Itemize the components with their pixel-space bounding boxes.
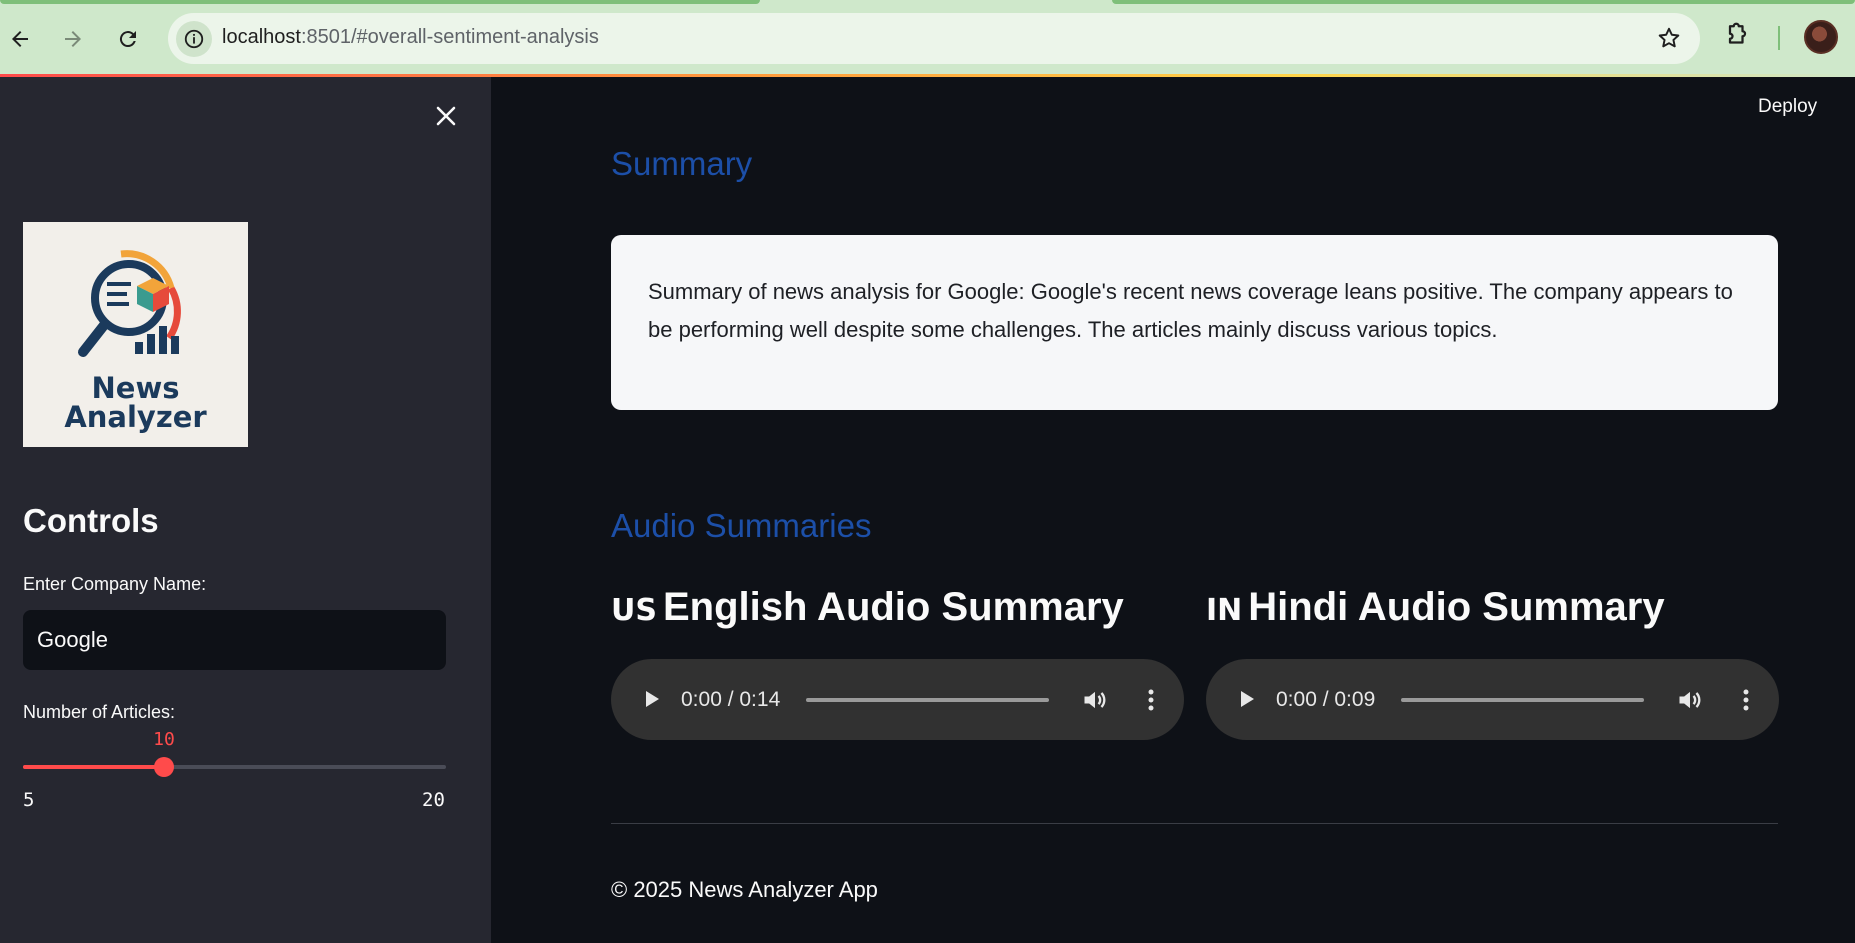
back-button[interactable] bbox=[1, 20, 39, 58]
browser-toolbar: localhost:8501/#overall-sentiment-analys… bbox=[0, 0, 1855, 76]
news-analyzer-logo: News Analyzer bbox=[23, 222, 248, 447]
bookmark-star-icon[interactable] bbox=[1656, 25, 1682, 56]
tab-strip bbox=[0, 0, 760, 4]
summary-heading: Summary bbox=[611, 145, 753, 182]
controls-heading: Controls bbox=[23, 502, 159, 539]
slider-value-label: 10 bbox=[153, 729, 175, 750]
audio-time: 0:00 / 0:14 bbox=[681, 688, 781, 711]
audio-progress-bar[interactable] bbox=[806, 698, 1049, 702]
audio-summaries-heading: Audio Summaries bbox=[611, 507, 872, 544]
articles-slider[interactable] bbox=[23, 757, 446, 777]
more-options-icon[interactable] bbox=[1734, 686, 1758, 719]
address-bar[interactable]: localhost:8501/#overall-sentiment-analys… bbox=[168, 13, 1700, 64]
deploy-button[interactable]: Deploy bbox=[1758, 96, 1817, 118]
summary-box: Summary of news analysis for Google: Goo… bbox=[611, 235, 1778, 410]
in-flag-icon: IN bbox=[1206, 593, 1243, 628]
toolbar-divider bbox=[1778, 26, 1780, 50]
summary-text: Summary of news analysis for Google: Goo… bbox=[648, 279, 1733, 342]
forward-button[interactable] bbox=[54, 20, 92, 58]
volume-icon[interactable] bbox=[1676, 686, 1704, 719]
arrow-left-icon bbox=[12, 31, 28, 47]
company-name-input[interactable] bbox=[23, 610, 446, 670]
articles-count-label: Number of Articles: bbox=[23, 702, 176, 722]
audio-progress-bar[interactable] bbox=[1401, 698, 1644, 702]
hindi-audio-player: 0:00 / 0:09 bbox=[1206, 659, 1779, 740]
slider-thumb[interactable] bbox=[154, 757, 174, 777]
play-icon[interactable] bbox=[1234, 687, 1258, 716]
arrow-right-icon bbox=[65, 31, 81, 47]
footer-text: © 2025 News Analyzer App bbox=[611, 877, 878, 902]
hindi-audio-heading: IN Hindi Audio Summary bbox=[1206, 585, 1665, 630]
sidebar: News Analyzer Controls Enter Company Nam… bbox=[0, 77, 491, 943]
english-audio-title: English Audio Summary bbox=[662, 585, 1124, 629]
profile-avatar[interactable] bbox=[1804, 20, 1838, 54]
extensions-puzzle-icon[interactable] bbox=[1720, 20, 1750, 55]
logo-line-1: News bbox=[91, 371, 180, 405]
url-text: localhost:8501/#overall-sentiment-analys… bbox=[222, 26, 599, 48]
magnifier-chart-icon bbox=[77, 250, 181, 357]
play-icon[interactable] bbox=[639, 687, 663, 716]
hindi-audio-title: Hindi Audio Summary bbox=[1248, 585, 1665, 629]
audio-time: 0:00 / 0:09 bbox=[1276, 688, 1376, 711]
slider-min-label: 5 bbox=[23, 789, 35, 811]
english-audio-heading: US English Audio Summary bbox=[611, 585, 1124, 630]
english-audio-player: 0:00 / 0:14 bbox=[611, 659, 1184, 740]
company-name-label: Enter Company Name: bbox=[23, 574, 207, 594]
footer-divider bbox=[611, 823, 1778, 824]
close-sidebar-icon[interactable] bbox=[430, 100, 462, 132]
tab-strip bbox=[1112, 0, 1855, 4]
us-flag-icon: US bbox=[611, 593, 657, 628]
volume-icon[interactable] bbox=[1081, 686, 1109, 719]
slider-max-label: 20 bbox=[422, 789, 445, 811]
logo-line-2: Analyzer bbox=[64, 400, 207, 434]
reload-icon bbox=[119, 31, 136, 48]
more-options-icon[interactable] bbox=[1139, 686, 1163, 719]
reload-button[interactable] bbox=[109, 20, 147, 58]
site-info-icon[interactable] bbox=[176, 21, 212, 57]
slider-fill bbox=[23, 765, 164, 769]
